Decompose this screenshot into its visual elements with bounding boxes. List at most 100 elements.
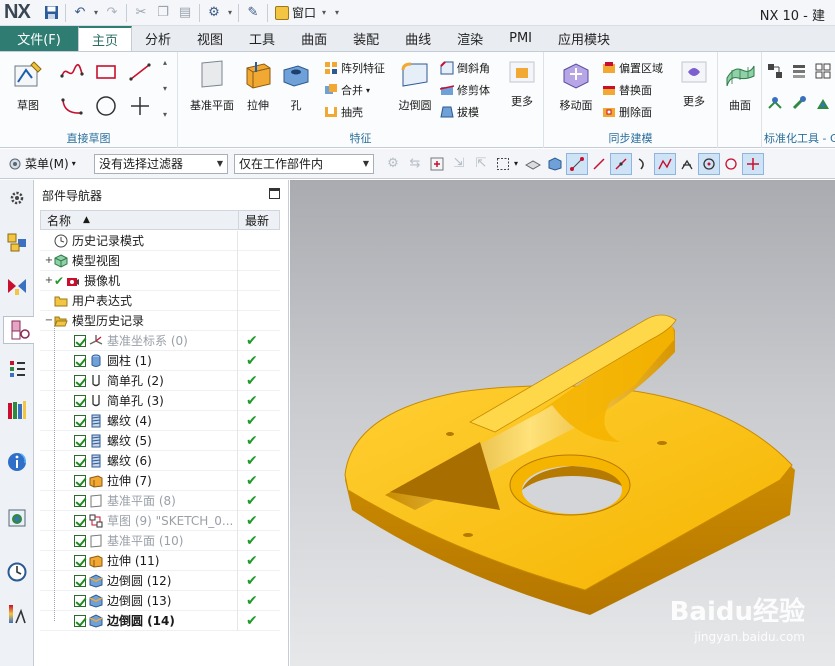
grid-tool-icon[interactable] [812, 60, 834, 82]
visibility-checkbox[interactable] [74, 374, 86, 387]
circle-icon[interactable] [92, 92, 120, 120]
component-icon[interactable] [764, 92, 786, 114]
menu-button[interactable]: 菜单(M) ▾ [8, 155, 88, 172]
tab-file[interactable]: 文件(F) [0, 26, 78, 51]
part-navigator-icon[interactable] [3, 316, 35, 344]
repeat-dropdown-icon[interactable]: ▾ [225, 8, 235, 17]
tree-row[interactable]: 草图 (9) "SKETCH_0... ✔ [40, 510, 280, 531]
show-hide-icon[interactable] [522, 153, 544, 175]
surface-button[interactable]: 曲面 [720, 58, 760, 113]
trim-body-button[interactable]: 修剪体 [440, 80, 490, 100]
gallery-expand-icon[interactable]: ▾ [160, 110, 170, 119]
move-face-button[interactable]: 移动面 [552, 58, 600, 113]
selection-scope-select[interactable]: 仅在工作部件内 ▼ [234, 153, 374, 174]
expand-icon[interactable]: + [44, 255, 54, 266]
tree-row[interactable]: 简单孔 (2) ✔ [40, 370, 280, 391]
snap-line-icon[interactable] [588, 153, 610, 175]
tree-row[interactable]: 用户表达式 [40, 290, 280, 311]
column-latest-header[interactable]: 最新 [239, 211, 279, 229]
feature-tree-filter-icon[interactable]: ⇲ [448, 153, 470, 175]
hole-button[interactable]: 孔 [278, 58, 314, 113]
shell-button[interactable]: 抽壳 [324, 102, 363, 122]
visibility-checkbox[interactable] [74, 414, 86, 427]
tree-row[interactable]: 边倒圆 (13) ✔ [40, 590, 280, 611]
tab-pmi[interactable]: PMI [496, 26, 545, 51]
tab-assembly[interactable]: 装配 [340, 26, 392, 51]
visibility-checkbox[interactable] [74, 454, 86, 467]
column-name-header[interactable]: 名称 ▲ [41, 211, 239, 229]
datum-plane-button[interactable]: 基准平面 [186, 58, 238, 113]
snap-endpoint-icon[interactable] [566, 152, 588, 175]
reuse-library-icon[interactable] [3, 356, 31, 384]
touch-mode-icon[interactable]: ✎ [242, 2, 264, 24]
tree-row[interactable]: 拉伸 (7) ✔ [40, 470, 280, 491]
visibility-checkbox[interactable] [74, 574, 86, 587]
undo-dropdown-icon[interactable]: ▾ [91, 8, 101, 17]
tab-tools[interactable]: 工具 [236, 26, 288, 51]
copy-icon[interactable]: ❐ [152, 2, 174, 24]
tree-row[interactable]: 基准平面 (10) ✔ [40, 530, 280, 551]
sync-more-button[interactable]: 更多 [674, 58, 714, 109]
sketch-button[interactable]: 草图 [2, 58, 54, 113]
stack-icon[interactable] [788, 60, 810, 82]
visibility-checkbox[interactable] [74, 494, 86, 507]
visibility-checkbox[interactable] [74, 334, 86, 347]
tree-row[interactable]: 螺纹 (5) ✔ [40, 430, 280, 451]
replace-face-button[interactable]: 替换面 [602, 80, 652, 100]
hd3d-tools-icon[interactable] [3, 396, 31, 424]
studio-spline-icon[interactable] [58, 58, 86, 86]
tree-row[interactable]: 圆柱 (1) ✔ [40, 350, 280, 371]
snap-intersection-icon[interactable] [676, 153, 698, 175]
body-filter-icon[interactable]: ⇱ [470, 153, 492, 175]
visibility-checkbox[interactable] [74, 354, 86, 367]
maximize-icon[interactable] [269, 188, 280, 199]
constraint-icon[interactable] [764, 60, 786, 82]
visibility-checkbox[interactable] [74, 394, 86, 407]
tab-surface[interactable]: 曲面 [288, 26, 340, 51]
tree-row[interactable]: + ✔ 摄像机 [40, 270, 280, 291]
tab-render[interactable]: 渲染 [444, 26, 496, 51]
snap-point-icon[interactable] [426, 153, 448, 175]
tab-view[interactable]: 视图 [184, 26, 236, 51]
rectangle-icon[interactable] [92, 58, 120, 86]
scroll-up-icon[interactable]: ▴ [160, 58, 170, 67]
tree-row[interactable]: 基准平面 (8) ✔ [40, 490, 280, 511]
web-browser-icon[interactable] [3, 448, 31, 476]
snap-midpoint-icon[interactable] [654, 152, 676, 175]
tree-row[interactable]: 边倒圆 (14) ✔ [40, 610, 280, 631]
roles-icon[interactable] [3, 600, 31, 628]
settings-gear-icon[interactable] [3, 184, 31, 212]
repeat-command-icon[interactable]: ⚙ [203, 2, 225, 24]
chamfer-button[interactable]: 倒斜角 [440, 58, 490, 78]
snap-curve-icon[interactable] [632, 153, 654, 175]
undo-icon[interactable]: ↶ [69, 2, 91, 24]
chevron-down-icon[interactable]: ▾ [514, 159, 522, 168]
rectangle-select-icon[interactable] [492, 153, 514, 175]
tree-row[interactable]: 历史记录模式 [40, 230, 280, 251]
tree-row[interactable]: − 模型历史记录 [40, 310, 280, 331]
draft-button[interactable]: 拔模 [440, 102, 479, 122]
tab-application[interactable]: 应用模块 [545, 26, 623, 51]
type-filter-select[interactable]: 没有选择过滤器 ▼ [94, 153, 228, 174]
weld-icon[interactable] [812, 92, 834, 114]
window-menu[interactable]: 窗口 ▾ ▾ [275, 4, 342, 21]
tree-row[interactable]: 拉伸 (11) ✔ [40, 550, 280, 571]
tree-row[interactable]: 基准坐标系 (0) ✔ [40, 330, 280, 351]
tree-row[interactable]: 螺纹 (4) ✔ [40, 410, 280, 431]
visibility-checkbox[interactable] [74, 554, 86, 567]
snap-existing-point-icon[interactable] [742, 152, 764, 175]
unite-dropdown-icon[interactable]: ▾ [366, 86, 370, 95]
arc-icon[interactable] [58, 92, 86, 120]
visibility-checkbox[interactable] [74, 474, 86, 487]
constraint-navigator-icon[interactable] [3, 272, 31, 300]
visibility-checkbox[interactable] [74, 594, 86, 607]
expand-icon[interactable]: + [44, 275, 54, 286]
cut-icon[interactable]: ✂ [130, 2, 152, 24]
tree-row[interactable]: 螺纹 (6) ✔ [40, 450, 280, 471]
selection-intent-icon[interactable]: ⇆ [404, 153, 426, 175]
delete-face-button[interactable]: 删除面 [602, 102, 652, 122]
scroll-down-icon[interactable]: ▾ [160, 84, 170, 93]
graphics-window[interactable]: Baidu经验 jingyan.baidu.com [290, 180, 835, 666]
extrude-button[interactable]: 拉伸 [240, 58, 276, 113]
collapse-icon[interactable]: − [44, 315, 54, 326]
